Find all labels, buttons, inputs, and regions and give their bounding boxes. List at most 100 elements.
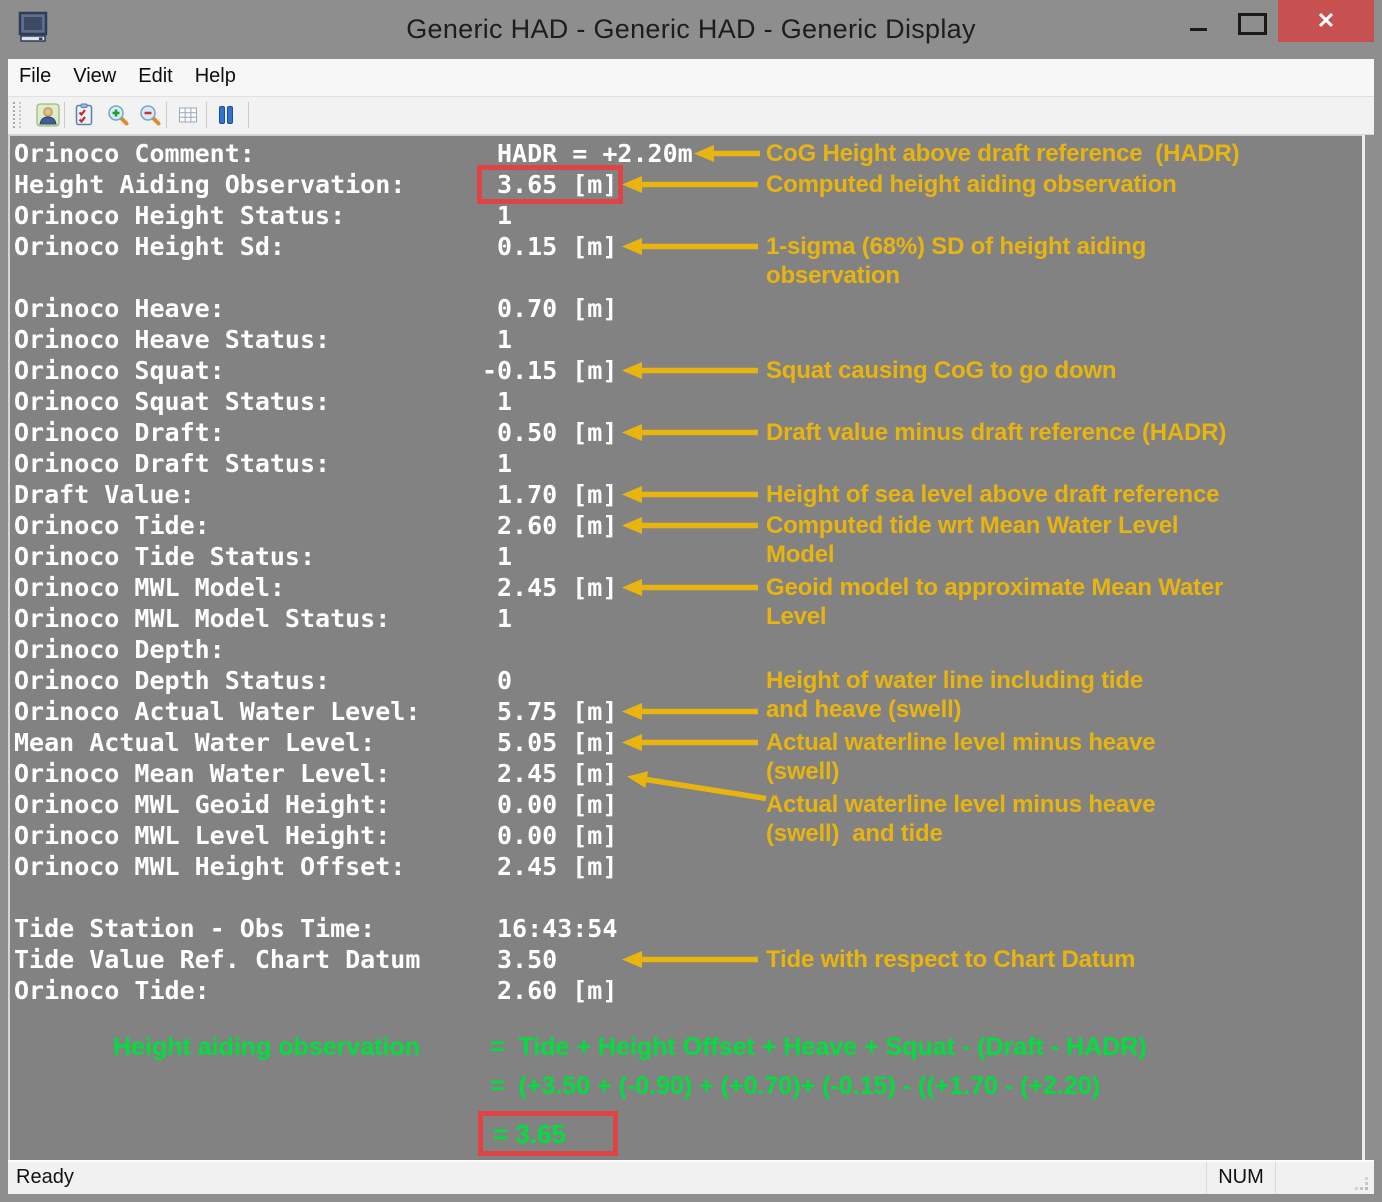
row-label: Orinoco Height Status: [14,201,346,230]
annotation-line: 1-sigma (68%) SD of height aiding [766,232,1147,260]
row-label: Orinoco Heave: [14,294,225,323]
row-label: Orinoco MWL Model: [14,573,285,602]
toolbar-separator [206,102,207,128]
row-label: Orinoco Depth: [14,635,225,664]
row-value: 2.45 [m] [497,759,618,788]
data-row: Mean Actual Water Level: 5.05 [m] [0,727,1360,758]
status-bar: Ready NUM [8,1160,1374,1194]
close-button[interactable]: ✕ [1278,0,1374,42]
formula-label: Height aiding observation [113,1033,420,1061]
annotation-text: 1-sigma (68%) SD of height aiding observa… [766,232,1146,290]
annotation-line: Height of sea level above draft referenc… [766,480,1220,508]
menu-item-help[interactable]: Help [184,59,247,88]
row-label: Orinoco Depth Status: [14,666,331,695]
annotation-line: Height of water line including tide [766,666,1144,694]
data-row [0,882,1360,913]
row-label: Orinoco Draft Status: [14,449,331,478]
row-label: Orinoco Squat: [14,356,225,385]
annotation-text: Draft value minus draft reference (HADR) [766,418,1226,447]
annotation-text: Height of sea level above draft referenc… [766,480,1220,509]
toolbar-separator [64,102,65,128]
annotation-line: Computed height aiding observation [766,170,1177,198]
data-row: Orinoco Mean Water Level: 2.45 [m] [0,758,1360,789]
toolbar-separator [166,102,167,128]
maximize-button[interactable] [1228,4,1272,42]
row-value: 1 [497,325,513,354]
row-label: Orinoco Comment: [14,139,255,168]
data-row: Orinoco Actual Water Level: 5.75 [m] [0,696,1360,727]
row-value: 2.45 [m] [497,852,618,881]
row-value: 1 [497,387,513,416]
row-value: 5.05 [m] [497,728,618,757]
data-row: Orinoco Tide: 2.60 [m] [0,975,1360,1006]
pause-icon [219,106,233,124]
row-value: 0 [497,666,513,695]
annotation-text: Computed height aiding observation [766,170,1177,199]
row-label: Orinoco Tide Status: [14,542,316,571]
row-label: Orinoco MWL Height Offset: [14,852,406,881]
window-title: Generic HAD - Generic HAD - Generic Disp… [406,14,976,44]
menu-item-edit[interactable]: Edit [127,59,183,88]
row-label: Orinoco MWL Geoid Height: [14,790,391,819]
data-row: Orinoco Draft Status: 1 [0,448,1360,479]
row-label: Tide Value Ref. Chart Datum [14,945,421,974]
data-row: Orinoco MWL Level Height: 0.00 [m] [0,820,1360,851]
row-value: 2.45 [m] [497,573,618,602]
toolbar-grip[interactable] [13,102,21,128]
annotation-line: observation [766,261,900,289]
user-icon [36,103,60,127]
row-value: 3.50 [497,945,558,974]
data-row: Orinoco Squat: -0.15 [m] [0,355,1360,386]
row-value: 16:43:54 [497,914,618,943]
data-row: Orinoco MWL Geoid Height: 0.00 [m] [0,789,1360,820]
data-row [0,262,1360,293]
maximize-icon [1238,13,1267,35]
result-highlight-box [478,1111,618,1156]
row-value: 2.60 [m] [497,976,618,1005]
zoom-in-button[interactable] [104,101,132,129]
row-value: 1.70 [m] [497,480,618,509]
annotation-line: Geoid model to approximate Mean Water [766,573,1224,601]
row-value: 5.75 [m] [497,697,618,726]
annotation-line: CoG Height above draft reference (HADR) [766,139,1240,167]
annotation-text: Tide with respect to Chart Datum [766,945,1135,974]
row-value: 0.00 [m] [497,790,618,819]
menu-bar: File View Edit Help [8,59,1374,97]
num-lock-indicator: NUM [1206,1162,1276,1194]
annotation-line: Level [766,602,827,630]
status-message: Ready [16,1166,74,1188]
row-value: -0.15 [m] [482,356,618,385]
annotation-line: (swell) [766,757,840,785]
row-value: 1 [497,542,513,571]
row-value: 0.70 [m] [497,294,618,323]
data-row: Tide Value Ref. Chart Datum 3.50 [0,944,1360,975]
annotation-text: Geoid model to approximate Mean Water Lev… [766,573,1223,631]
menu-item-file[interactable]: File [8,59,62,88]
data-row: Orinoco Height Status: 1 [0,200,1360,231]
annotation-text: Computed tide wrt Mean Water Level Model [766,511,1179,569]
value-highlight-box [477,165,623,204]
annotation-line: Draft value minus draft reference (HADR) [766,418,1227,446]
row-label: Orinoco Tide: [14,511,210,540]
resize-grip-icon[interactable] [1355,1177,1369,1191]
toolbar [8,97,1374,135]
row-label: Orinoco MWL Level Height: [14,821,391,850]
annotation-line: Actual waterline level minus heave [766,728,1156,756]
zoom-out-button[interactable] [136,101,164,129]
user-button[interactable] [34,101,62,129]
data-row: Orinoco Height Sd: 0.15 [m] [0,231,1360,262]
minimize-button[interactable] [1178,4,1218,42]
pause-button[interactable] [212,101,240,129]
data-row: Orinoco Heave: 0.70 [m] [0,293,1360,324]
row-label: Orinoco Draft: [14,418,225,447]
row-value: 1 [497,201,513,230]
annotation-line: Model [766,540,835,568]
data-row: Orinoco Depth: [0,634,1360,665]
grid-button[interactable] [174,101,202,129]
checklist-button[interactable] [70,101,98,129]
row-value: 1 [497,604,513,633]
menu-item-view[interactable]: View [62,59,127,88]
annotation-text: CoG Height above draft reference (HADR) [766,139,1240,168]
zoom-in-icon [108,105,129,126]
close-icon: ✕ [1316,8,1336,33]
